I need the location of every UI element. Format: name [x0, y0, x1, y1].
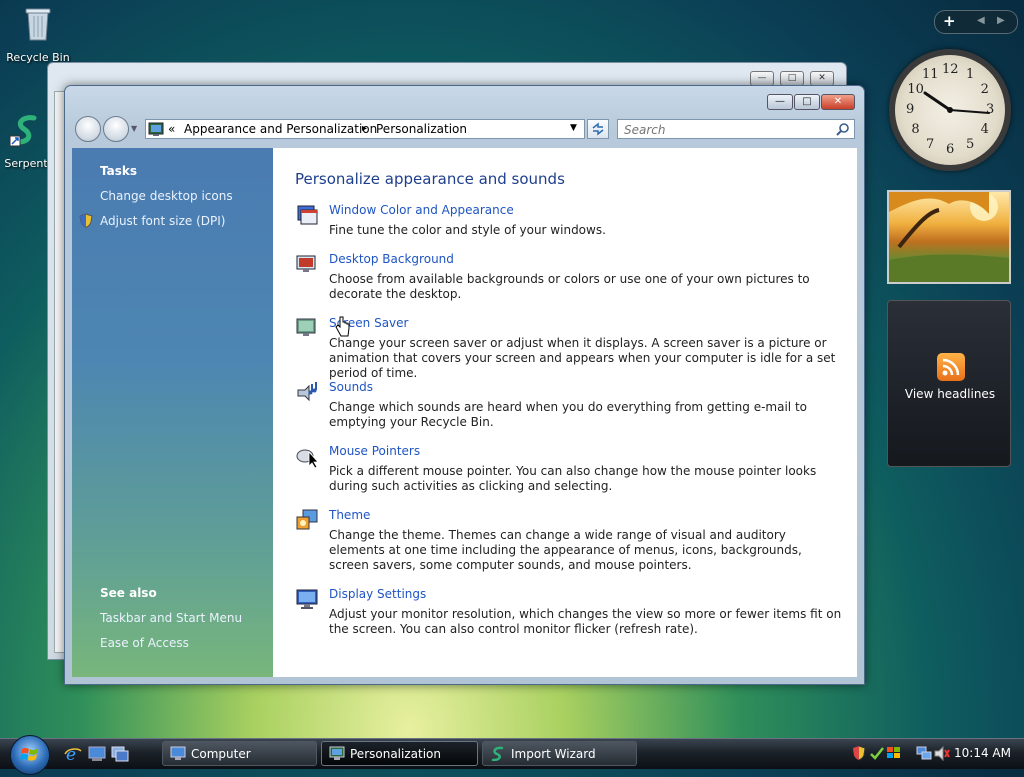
view-headlines-label[interactable]: View headlines: [888, 387, 1012, 401]
forward-button[interactable]: [103, 116, 129, 142]
rss-icon: [937, 353, 965, 381]
back-maximize-button[interactable]: □: [780, 71, 804, 86]
notification-area: 10:14 AM: [846, 739, 1024, 769]
back-minimize-button[interactable]: —: [750, 71, 774, 86]
taskbar: e Computer Personalization Import Wizard: [0, 735, 1024, 775]
sync-icon[interactable]: [869, 746, 885, 760]
autumn-tree-image: [889, 192, 1009, 282]
hour-hand: [923, 91, 952, 112]
breadcrumb-appearance[interactable]: Appearance and Personalization: [184, 122, 377, 136]
search-box[interactable]: [617, 119, 855, 139]
desktop-background-link[interactable]: Desktop Background: [329, 252, 454, 266]
switch-windows-icon[interactable]: [111, 746, 129, 762]
minute-hand: [949, 109, 990, 114]
refresh-button[interactable]: [587, 119, 609, 139]
taskbar-start-menu-link[interactable]: Taskbar and Start Menu: [100, 611, 242, 625]
window-color-icon: [297, 205, 318, 225]
sounds-link[interactable]: Sounds: [329, 380, 373, 394]
sounds-description: Change which sounds are heard when you d…: [329, 400, 807, 429]
back-button[interactable]: [75, 116, 101, 142]
start-button[interactable]: [10, 735, 50, 775]
display-settings-description: Adjust your monitor resolution, which ch…: [329, 607, 842, 636]
mouse-pointers-icon: [296, 449, 319, 468]
personalization-window[interactable]: — □ ✕ ▼ « Appearance and Personalization…: [64, 85, 865, 685]
breadcrumb-personalization[interactable]: Personalization: [376, 122, 467, 136]
display-settings-link[interactable]: Display Settings: [329, 587, 426, 601]
desktop-background-description: Choose from available backgrounds or col…: [329, 272, 810, 301]
screen-saver-icon: [296, 318, 316, 336]
window-color-link[interactable]: Window Color and Appearance: [329, 203, 514, 217]
main-content: Personalize appearance and sounds Window…: [273, 148, 857, 677]
address-chevron[interactable]: «: [168, 122, 175, 136]
svg-text:e: e: [66, 745, 76, 763]
see-also-heading: See also: [100, 586, 157, 600]
add-gadget-icon[interactable]: +: [943, 12, 956, 30]
window-color-description: Fine tune the color and style of your wi…: [329, 223, 606, 237]
close-button[interactable]: ✕: [821, 94, 855, 110]
serpent-icon: [9, 115, 37, 147]
personalization-icon: [329, 746, 345, 760]
theme-link[interactable]: Theme: [329, 508, 370, 522]
network-icon[interactable]: [916, 746, 932, 761]
taskbar-label-computer: Computer: [191, 747, 251, 761]
minimize-button[interactable]: —: [767, 94, 793, 110]
adjust-font-size-link[interactable]: Adjust font size (DPI): [100, 214, 225, 228]
change-desktop-icons-link[interactable]: Change desktop icons: [100, 189, 233, 203]
desktop-icon-recycle-bin[interactable]: Recycle Bin: [6, 4, 70, 64]
page-title: Personalize appearance and sounds: [295, 170, 565, 188]
previous-icon[interactable]: ◀: [977, 15, 985, 26]
taskbar-button-computer[interactable]: Computer: [162, 741, 317, 766]
theme-description: Change the theme. Themes can change a wi…: [329, 528, 802, 572]
next-icon[interactable]: ▶: [997, 15, 1005, 26]
back-arrow-icon: [76, 117, 100, 141]
address-bar[interactable]: « Appearance and Personalization ▸ Perso…: [145, 119, 585, 139]
back-close-button[interactable]: ✕: [810, 71, 834, 86]
sounds-icon: [297, 382, 317, 402]
security-shield-icon[interactable]: [852, 745, 866, 761]
taskbar-label-import-wizard: Import Wizard: [511, 747, 596, 761]
taskbar-button-import-wizard[interactable]: Import Wizard: [482, 741, 637, 766]
clock-time[interactable]: 10:14 AM: [954, 746, 1011, 760]
taskbar-label-personalization: Personalization: [350, 747, 441, 761]
search-icon[interactable]: [836, 122, 850, 136]
ease-of-access-link[interactable]: Ease of Access: [100, 636, 189, 650]
mouse-pointers-link[interactable]: Mouse Pointers: [329, 444, 420, 458]
taskbar-button-personalization[interactable]: Personalization: [321, 741, 478, 766]
serpent-small-icon: [491, 746, 504, 761]
clock-gadget[interactable]: 12 1 2 3 4 5 6 7 8 9 10 11: [889, 49, 1011, 171]
display-settings-icon: [296, 589, 318, 609]
task-pane: Tasks Change desktop icons Adjust font s…: [72, 148, 273, 677]
volume-muted-icon[interactable]: [934, 746, 950, 761]
uac-shield-icon: [79, 213, 93, 228]
control-panel-icon: [148, 122, 164, 136]
recent-pages-chevron-icon[interactable]: ▼: [131, 124, 137, 133]
forward-arrow-icon: [104, 117, 128, 141]
show-desktop-icon[interactable]: [88, 746, 106, 762]
tasks-heading: Tasks: [100, 164, 138, 178]
screen-saver-description: Change your screen saver or adjust when …: [329, 336, 836, 380]
internet-explorer-icon[interactable]: e: [64, 745, 82, 763]
breadcrumb-separator[interactable]: ▸: [362, 123, 367, 134]
refresh-icon: [592, 122, 604, 136]
slideshow-gadget[interactable]: [887, 190, 1011, 284]
recycle-bin-icon: [25, 8, 51, 41]
clock-hands: [923, 91, 990, 114]
theme-icon: [296, 509, 318, 530]
search-input[interactable]: [622, 121, 831, 139]
maximize-button[interactable]: □: [794, 94, 820, 110]
windows-update-icon[interactable]: [886, 746, 902, 760]
sidebar-toolbar: + ◀ ▶: [934, 10, 1018, 34]
windows-logo-icon: [20, 747, 38, 761]
feed-headlines-gadget[interactable]: View headlines: [887, 300, 1011, 467]
computer-icon: [170, 746, 186, 760]
mouse-pointers-description: Pick a different mouse pointer. You can …: [329, 464, 817, 493]
address-dropdown-icon[interactable]: ▼: [570, 123, 577, 133]
hand-cursor-icon: [335, 316, 350, 337]
desktop-background-icon: [296, 255, 316, 272]
